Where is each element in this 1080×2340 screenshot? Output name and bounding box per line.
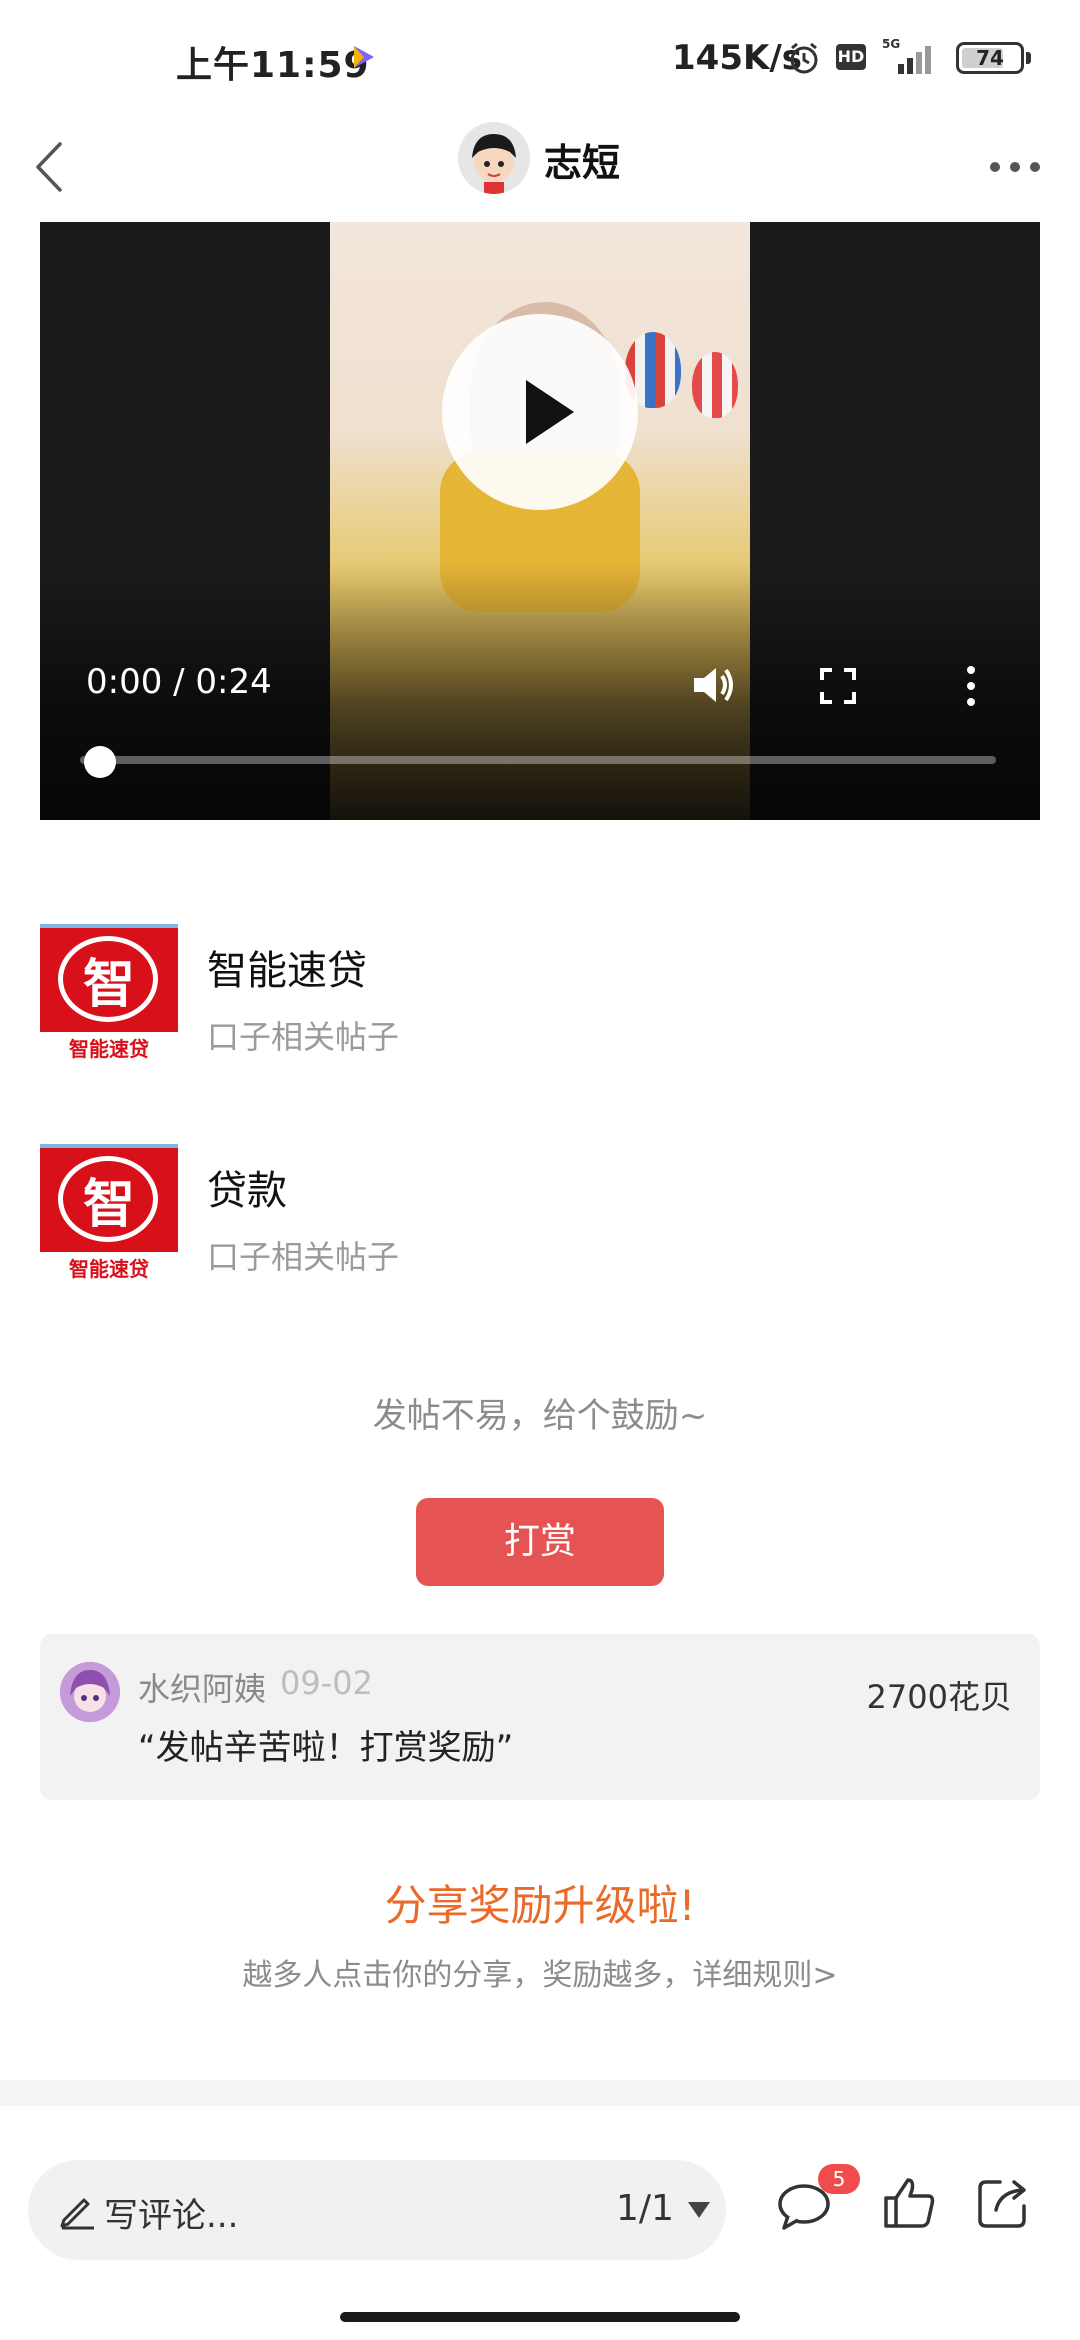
topic-item[interactable]: 智 智能速贷 智能速贷 口子相关帖子 — [40, 924, 1040, 1064]
topic-icon-label: 智能速贷 — [40, 1032, 178, 1062]
caret-down-icon[interactable] — [684, 2198, 714, 2222]
reward-amount: 2700花贝 — [866, 1678, 1012, 1716]
hd-badge: HD — [836, 44, 866, 70]
video-more-icon[interactable] — [956, 662, 986, 710]
balloon-decoration — [692, 352, 738, 418]
top-nav: 志短 — [0, 112, 1080, 224]
more-icon[interactable] — [980, 142, 1050, 192]
reward-record: 水织阿姨 09-02 2700花贝 “发帖辛苦啦！打赏奖励” — [40, 1634, 1040, 1800]
section-divider — [0, 2080, 1080, 2106]
battery-tip — [1026, 52, 1031, 64]
topic-subtitle: 口子相关帖子 — [207, 1018, 400, 1056]
network-type: 5G — [882, 37, 900, 51]
topic-app-icon: 智 智能速贷 — [40, 1144, 178, 1282]
pencil-icon — [60, 2198, 94, 2230]
comment-placeholder: 写评论... — [104, 2196, 239, 2236]
share-rules-link[interactable]: 越多人点击你的分享，奖励越多，详细规则> — [0, 1950, 1080, 1994]
battery-indicator: 74 — [956, 42, 1024, 74]
author-avatar[interactable] — [458, 122, 530, 194]
topic-title: 贷款 — [207, 1168, 287, 1214]
status-time: 上午11:59 — [176, 45, 370, 86]
reward-date: 09-02 — [280, 1664, 373, 1702]
share-icon[interactable] — [974, 2174, 1032, 2232]
network-speed: 145K/s — [672, 38, 802, 78]
reward-prompt: 发帖不易，给个鼓励~ — [372, 1396, 708, 1436]
fullscreen-icon[interactable] — [818, 666, 858, 706]
topic-icon-label: 智能速贷 — [40, 1252, 178, 1282]
play-button[interactable] — [442, 314, 638, 510]
topic-app-icon: 智 智能速贷 — [40, 924, 178, 1062]
video-progress-track[interactable] — [80, 756, 996, 764]
app-play-icon — [354, 46, 374, 68]
status-bar: 上午11:59 145K/s HD 5G 74 — [0, 0, 1080, 112]
bottom-action-bar: 写评论... 1/1 5 — [0, 2130, 1080, 2300]
topic-icon-glyph: 智 — [82, 1174, 135, 1235]
video-player[interactable]: 0:00 / 0:24 — [40, 222, 1040, 820]
reward-message: “发帖辛苦啦！打赏奖励” — [138, 1728, 514, 1768]
avatar[interactable] — [60, 1662, 120, 1722]
topic-subtitle: 口子相关帖子 — [207, 1238, 400, 1276]
comment-input[interactable]: 写评论... 1/1 — [28, 2160, 726, 2260]
battery-level: 74 — [976, 46, 1004, 70]
topic-icon-glyph: 智 — [82, 954, 135, 1015]
volume-icon[interactable] — [688, 660, 738, 710]
page-title: 志短 — [544, 141, 621, 185]
alarm-icon — [790, 42, 818, 74]
video-progress-thumb[interactable] — [84, 746, 116, 778]
page-indicator[interactable]: 1/1 — [616, 2188, 674, 2229]
home-indicator[interactable] — [340, 2312, 740, 2322]
topic-title: 智能速贷 — [207, 948, 367, 994]
reward-user-name[interactable]: 水织阿姨 — [138, 1664, 266, 1710]
like-icon[interactable] — [880, 2174, 938, 2232]
reward-button[interactable]: 打赏 — [416, 1498, 664, 1586]
post-detail-page: 上午11:59 145K/s HD 5G 74 志短 0:00 / 0:24 智… — [0, 0, 1080, 2340]
play-icon — [526, 380, 574, 444]
topic-item[interactable]: 智 智能速贷 贷款 口子相关帖子 — [40, 1144, 1040, 1284]
signal-icon: 5G — [882, 37, 931, 74]
comment-count-badge: 5 — [818, 2164, 860, 2194]
video-time: 0:00 / 0:24 — [86, 662, 272, 702]
share-promo-title: 分享奖励升级啦! — [384, 1881, 696, 1930]
back-icon[interactable] — [20, 132, 90, 202]
